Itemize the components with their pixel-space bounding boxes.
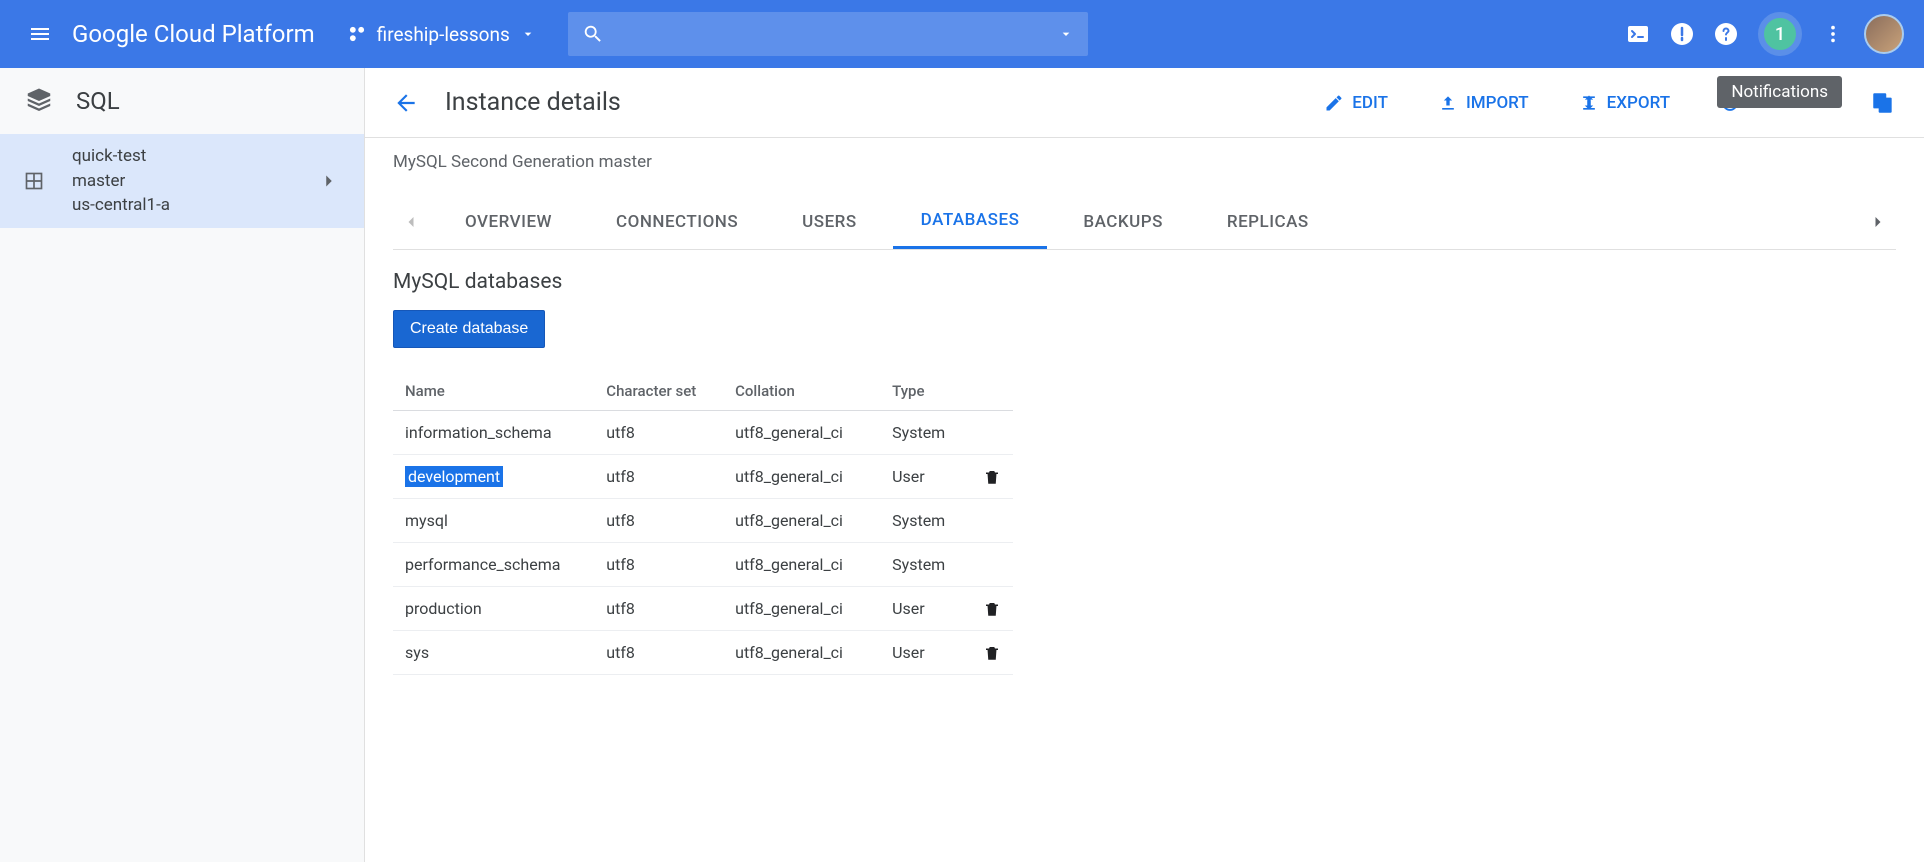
tab-replicas[interactable]: REPLICAS [1199, 196, 1337, 248]
page-title: Instance details [445, 88, 621, 117]
clone-button-partial[interactable] [1858, 82, 1896, 124]
sql-service-icon [24, 86, 54, 116]
db-name: production [393, 587, 594, 631]
db-charset: utf8 [594, 411, 723, 455]
search-icon [582, 23, 604, 45]
instance-zone: us-central1-a [72, 193, 318, 218]
db-type: System [880, 411, 971, 455]
db-charset: utf8 [594, 499, 723, 543]
db-charset: utf8 [594, 543, 723, 587]
export-label: EXPORT [1607, 93, 1670, 113]
project-selector[interactable]: fireship-lessons [347, 23, 536, 46]
sidebar-title: SQL [76, 87, 120, 115]
databases-table: Name Character set Collation Type inform… [393, 372, 1013, 675]
export-icon [1579, 93, 1599, 113]
avatar[interactable] [1864, 14, 1904, 54]
create-database-button[interactable]: Create database [393, 310, 545, 348]
import-icon [1438, 93, 1458, 113]
instance-text: quick-test master us-central1-a [72, 144, 318, 218]
clone-icon [1870, 90, 1896, 116]
instance-icon [24, 171, 44, 191]
table-row: performance_schemautf8utf8_general_ciSys… [393, 543, 1013, 587]
db-name: sys [393, 631, 594, 675]
tab-databases[interactable]: DATABASES [893, 194, 1048, 249]
table-row: sysutf8utf8_general_ciUser [393, 631, 1013, 675]
instance-subtitle: MySQL Second Generation master [365, 138, 1924, 178]
tab-nav-right-icon[interactable] [1860, 212, 1896, 232]
db-charset: utf8 [594, 587, 723, 631]
instance-name: quick-test [72, 144, 318, 169]
notifications-badge[interactable]: 1 [1758, 12, 1802, 56]
chevron-right-icon [318, 170, 340, 192]
db-charset: utf8 [594, 631, 723, 675]
delete-icon[interactable] [983, 600, 1001, 618]
tooltip-notifications: Notifications [1717, 76, 1842, 108]
instance-role: master [72, 169, 318, 194]
tab-users[interactable]: USERS [774, 196, 885, 248]
section-title: MySQL databases [393, 270, 1896, 294]
page-header: Instance details EDIT IMPORT EXPORT REST… [365, 68, 1924, 138]
db-collation: utf8_general_ci [723, 543, 880, 587]
export-button[interactable]: EXPORT [1567, 85, 1682, 121]
header-icon-tray: 1 [1626, 12, 1904, 56]
dropdown-icon [520, 26, 536, 42]
import-label: IMPORT [1466, 93, 1529, 113]
db-type: System [880, 543, 971, 587]
project-name: fireship-lessons [377, 23, 510, 46]
edit-icon [1324, 93, 1344, 113]
db-type: User [880, 631, 971, 675]
help-icon[interactable] [1714, 22, 1738, 46]
tab-nav-left-icon[interactable] [393, 212, 429, 232]
db-collation: utf8_general_ci [723, 411, 880, 455]
sidebar-instance-item[interactable]: quick-test master us-central1-a [0, 134, 364, 228]
db-collation: utf8_general_ci [723, 587, 880, 631]
tab-connections[interactable]: CONNECTIONS [588, 196, 766, 248]
col-name: Name [393, 372, 594, 411]
table-row: mysqlutf8utf8_general_ciSystem [393, 499, 1013, 543]
db-type: User [880, 455, 971, 499]
tab-backups[interactable]: BACKUPS [1055, 196, 1191, 248]
db-collation: utf8_general_ci [723, 455, 880, 499]
databases-section: MySQL databases Create database Name Cha… [365, 250, 1924, 695]
db-type: System [880, 499, 971, 543]
delete-icon[interactable] [983, 644, 1001, 662]
content-area: Instance details EDIT IMPORT EXPORT REST… [365, 68, 1924, 862]
more-icon[interactable] [1822, 23, 1844, 45]
db-collation: utf8_general_ci [723, 499, 880, 543]
back-arrow-icon[interactable] [393, 90, 419, 116]
notification-count: 1 [1775, 24, 1785, 45]
sidebar: SQL quick-test master us-central1-a [0, 68, 365, 862]
db-name: development [393, 455, 594, 499]
tabs: OVERVIEW CONNECTIONS USERS DATABASES BAC… [393, 194, 1896, 250]
table-row: productionutf8utf8_general_ciUser [393, 587, 1013, 631]
delete-icon[interactable] [983, 468, 1001, 486]
db-name: performance_schema [393, 543, 594, 587]
tab-overview[interactable]: OVERVIEW [437, 196, 580, 248]
table-row: information_schemautf8utf8_general_ciSys… [393, 411, 1013, 455]
menu-icon[interactable] [28, 22, 52, 46]
db-type: User [880, 587, 971, 631]
cloud-shell-icon[interactable] [1626, 22, 1650, 46]
edit-label: EDIT [1352, 93, 1388, 113]
db-name: information_schema [393, 411, 594, 455]
db-collation: utf8_general_ci [723, 631, 880, 675]
search-box[interactable] [568, 12, 1088, 56]
col-collation: Collation [723, 372, 880, 411]
table-row: developmentutf8utf8_general_ciUser [393, 455, 1013, 499]
col-charset: Character set [594, 372, 723, 411]
import-button[interactable]: IMPORT [1426, 85, 1541, 121]
col-type: Type [880, 372, 971, 411]
search-dropdown-icon[interactable] [1058, 26, 1074, 42]
edit-button[interactable]: EDIT [1312, 85, 1400, 121]
brand-logo[interactable]: Google Cloud Platform [72, 20, 315, 48]
db-name: mysql [393, 499, 594, 543]
alert-icon[interactable] [1670, 22, 1694, 46]
project-icon [347, 24, 367, 44]
top-header: Google Cloud Platform fireship-lessons 1 [0, 0, 1924, 68]
db-charset: utf8 [594, 455, 723, 499]
